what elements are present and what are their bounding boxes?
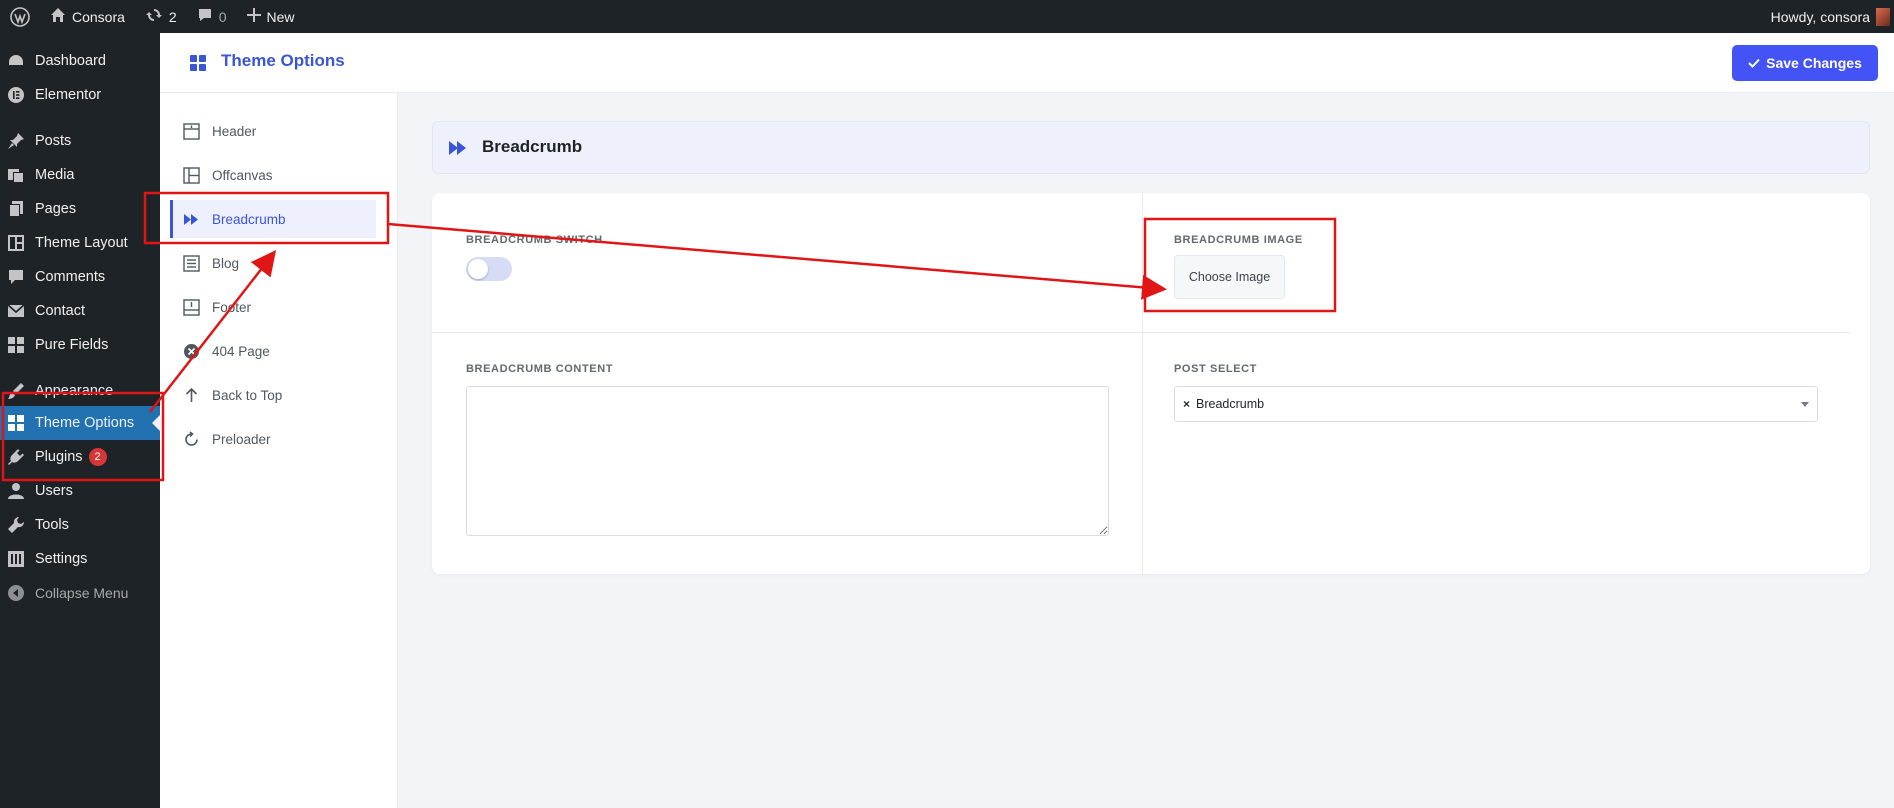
footer-icon [182, 298, 200, 316]
breadcrumb-content-label: BREADCRUMB CONTENT [466, 363, 614, 375]
forward-icon [449, 141, 467, 160]
layout-icon [7, 234, 25, 252]
menu-item-theme-options[interactable]: Theme Options [0, 406, 160, 440]
pages-icon [7, 200, 25, 218]
collapse-icon [7, 584, 25, 602]
grid-icon [7, 336, 25, 354]
site-name-link[interactable]: Consora [40, 0, 135, 33]
menu-item-settings[interactable]: Settings [0, 542, 160, 576]
forward-icon [182, 210, 200, 228]
choose-image-button[interactable]: Choose Image [1174, 255, 1285, 299]
section-title: Breadcrumb [482, 137, 583, 156]
chevron-down-icon[interactable] [1801, 402, 1809, 407]
comments-link[interactable]: 0 [187, 0, 237, 33]
updates-link[interactable]: 2 [135, 0, 187, 33]
settings-icon [7, 550, 25, 568]
grid-icon [190, 55, 206, 76]
comment-icon [197, 7, 213, 26]
menu-item-comments[interactable]: Comments [0, 260, 160, 294]
post-select-dropdown[interactable]: × Breadcrumb [1174, 386, 1818, 422]
options-nav-breadcrumb[interactable]: Breadcrumb [170, 200, 376, 238]
media-icon [7, 166, 25, 184]
remove-tag-icon[interactable]: × [1183, 397, 1190, 411]
breadcrumb-fields-panel: BREADCRUMB SWITCH BREADCRUMB IMAGE Choos… [432, 193, 1870, 574]
post-select-value: Breadcrumb [1196, 397, 1265, 411]
menu-item-appearance[interactable]: Appearance [0, 374, 160, 408]
updates-icon [145, 7, 163, 26]
avatar [1876, 7, 1890, 26]
options-nav: Header Offcanvas Breadcrumb Blog Footer … [160, 93, 398, 808]
breadcrumb-switch-label: BREADCRUMB SWITCH [466, 234, 603, 246]
options-nav-footer[interactable]: Footer [170, 288, 376, 326]
greeting: Howdy, consora [1770, 8, 1870, 25]
menu-item-contact[interactable]: Contact [0, 294, 160, 328]
admin-bar: Consora 2 0 New Howdy, consora [0, 0, 1894, 33]
breadcrumb-content-textarea[interactable] [466, 386, 1109, 536]
site-name: Consora [72, 8, 125, 25]
dashboard-icon [7, 52, 25, 70]
plus-icon [246, 8, 261, 25]
menu-item-tools[interactable]: Tools [0, 508, 160, 542]
home-icon [50, 7, 66, 26]
save-changes-button[interactable]: Save Changes [1732, 45, 1878, 81]
current-menu-caret [152, 415, 160, 431]
updates-count: 2 [168, 8, 177, 25]
grid-icon [7, 414, 25, 432]
options-nav-back-to-top[interactable]: Back to Top [170, 376, 376, 414]
menu-item-elementor[interactable]: Elementor [0, 78, 160, 112]
page-title: Theme Options [221, 51, 345, 70]
header-icon [182, 122, 200, 140]
wrench-icon [7, 516, 25, 534]
options-nav-header[interactable]: Header [170, 112, 376, 150]
theme-options-header: Theme Options Save Changes [160, 33, 1894, 93]
arrow-up-icon [182, 386, 200, 404]
breadcrumb-switch-knob[interactable] [468, 259, 488, 279]
save-changes-label: Save Changes [1766, 55, 1862, 71]
elementor-icon [7, 86, 25, 104]
menu-item-pages[interactable]: Pages [0, 192, 160, 226]
collapse-menu-button[interactable]: Collapse Menu [0, 576, 160, 610]
options-nav-blog[interactable]: Blog [170, 244, 376, 282]
refresh-icon [182, 430, 200, 448]
section-header: Breadcrumb [432, 121, 1870, 174]
account-menu[interactable]: Howdy, consora [1761, 0, 1894, 33]
plugins-update-badge: 2 [88, 448, 107, 466]
check-icon [1748, 55, 1760, 71]
plug-icon [7, 448, 25, 466]
row-divider [432, 332, 1850, 333]
new-content-link[interactable]: New [237, 0, 305, 33]
menu-item-pure-fields[interactable]: Pure Fields [0, 328, 160, 362]
comment-icon [7, 268, 25, 286]
list-icon [182, 254, 200, 272]
menu-item-plugins[interactable]: Plugins 2 [0, 440, 160, 474]
menu-item-media[interactable]: Media [0, 158, 160, 192]
mail-icon [7, 302, 25, 320]
options-nav-preloader[interactable]: Preloader [170, 420, 376, 458]
wordpress-logo-icon[interactable] [0, 0, 40, 33]
user-icon [7, 482, 25, 500]
pin-icon [7, 132, 25, 150]
menu-item-posts[interactable]: Posts [0, 124, 160, 158]
post-select-label: POST SELECT [1174, 363, 1257, 375]
comments-count: 0 [218, 8, 227, 25]
admin-menu: Dashboard Elementor Posts Media Pages Th… [0, 33, 160, 808]
column-divider [1142, 193, 1143, 574]
error-icon [182, 342, 200, 360]
menu-item-users[interactable]: Users [0, 474, 160, 508]
breadcrumb-image-label: BREADCRUMB IMAGE [1174, 234, 1303, 246]
offcanvas-icon [182, 166, 200, 184]
brush-icon [7, 382, 25, 400]
new-label: New [266, 8, 295, 25]
menu-item-theme-layout[interactable]: Theme Layout [0, 226, 160, 260]
menu-item-dashboard[interactable]: Dashboard [0, 44, 160, 78]
options-nav-404-page[interactable]: 404 Page [170, 332, 376, 370]
options-nav-offcanvas[interactable]: Offcanvas [170, 156, 376, 194]
